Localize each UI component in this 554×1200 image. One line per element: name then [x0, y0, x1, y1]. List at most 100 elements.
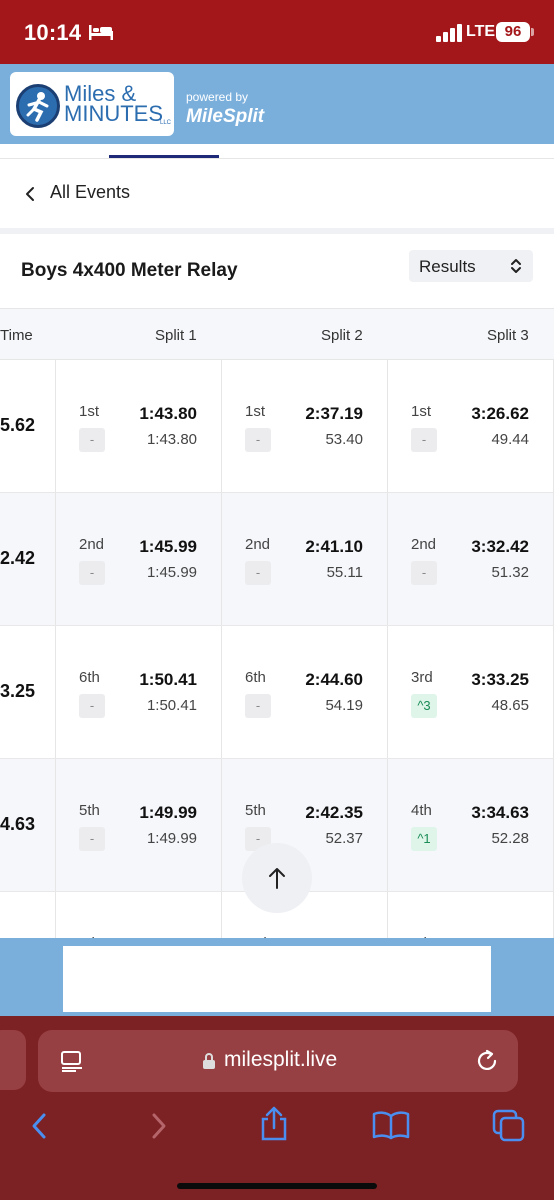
final-time: 2.42 [0, 548, 36, 568]
split-time: 2:42.35 [305, 803, 363, 822]
battery-indicator: 96 [496, 22, 530, 42]
previous-tab-preview[interactable] [0, 1030, 26, 1090]
results-table-header: Time Split 1 Split 2 Split 3 [0, 308, 554, 360]
split-lap-time: 49.44 [491, 431, 529, 448]
column-divider [221, 493, 222, 625]
share-icon[interactable] [258, 1106, 290, 1142]
column-divider [387, 626, 388, 758]
column-divider [221, 759, 222, 891]
split-place: 1st [411, 403, 432, 420]
back-nav[interactable]: All Events [0, 160, 554, 228]
split-place: 2nd [79, 536, 105, 553]
reload-icon[interactable] [474, 1048, 500, 1074]
back-icon[interactable] [30, 1112, 48, 1140]
column-divider [221, 360, 222, 492]
url-text[interactable]: milesplit.live [224, 1048, 337, 1072]
split-time: 3:26.62 [471, 404, 529, 423]
ad-banner-area [0, 938, 554, 1016]
results-select[interactable]: Results [409, 250, 533, 282]
battery-nub [531, 28, 534, 36]
header-split-1: Split 1 [155, 327, 197, 344]
place-change-badge: - [79, 827, 105, 851]
column-divider [221, 892, 222, 938]
final-time: 3.25 [0, 681, 36, 701]
arrow-up-icon [269, 868, 285, 889]
split-time: 1:49.99 [139, 803, 197, 822]
column-divider [221, 626, 222, 758]
table-row[interactable]: 3.25 6th 1:50.41 1:50.41 - 6th 2:44.60 54.19 - 3r… [0, 626, 554, 759]
split-lap-time: 1:45.99 [146, 564, 197, 581]
column-divider [387, 759, 388, 891]
final-time: 4.63 [0, 814, 36, 834]
split-time: 2:41.10 [305, 537, 363, 556]
split-lap-time: 52.28 [491, 830, 529, 847]
place-change-badge: - [245, 428, 271, 452]
split-place: 2nd [245, 536, 271, 553]
home-indicator [177, 1183, 377, 1189]
header-time: Time [0, 327, 33, 344]
place-change-badge: - [245, 694, 271, 718]
status-time: 10:14 [24, 20, 82, 45]
bookmarks-icon[interactable] [372, 1110, 410, 1140]
split-time: 2:44.60 [305, 670, 363, 689]
powered-by-label: powered by [186, 90, 249, 104]
column-divider [55, 759, 56, 891]
browser-toolbar: milesplit.live [0, 1016, 554, 1200]
milesplit-logo[interactable]: MileSplit [186, 106, 264, 128]
split-lap-time: 1:50.41 [146, 697, 197, 714]
reader-icon[interactable] [60, 1050, 84, 1072]
split-lap-time: 48.65 [491, 697, 529, 714]
site-logo[interactable]: Miles & MINUTES LLC [10, 72, 174, 136]
lock-icon [203, 1053, 215, 1069]
split-time: 1:43.80 [139, 404, 197, 423]
address-bar[interactable]: milesplit.live [38, 1030, 518, 1092]
split-lap-time: 55.11 [326, 564, 363, 581]
split-place: 4th [411, 802, 432, 819]
bed-icon [89, 25, 113, 40]
logo-suffix: LLC [160, 120, 172, 126]
header-split-2: Split 2 [321, 327, 363, 344]
event-header: Boys 4x400 Meter Relay Results [0, 234, 554, 308]
place-change-badge: - [245, 561, 271, 585]
network-label: LTE [466, 23, 496, 40]
split-lap-time: 54.19 [325, 697, 363, 714]
split-place: 3rd [411, 669, 433, 686]
split-time: 3:32.42 [471, 537, 529, 556]
ad-slot[interactable] [63, 946, 491, 1012]
chevron-updown-icon [511, 259, 521, 273]
place-change-badge: ^1 [411, 827, 437, 851]
split-place: 6th [79, 669, 100, 686]
forward-icon[interactable] [150, 1112, 168, 1140]
scroll-to-top-button[interactable] [242, 843, 312, 913]
event-title: Boys 4x400 Meter Relay [21, 260, 238, 281]
split-time: 2:37.19 [305, 404, 363, 423]
split-place: 1st [245, 403, 266, 420]
split-time: 3:34.63 [471, 803, 529, 822]
column-divider [387, 360, 388, 492]
place-change-badge: ^3 [411, 694, 437, 718]
table-row[interactable]: 5.62 1st 1:43.80 1:43.80 - 1st 2:37.19 53.40 - 1s… [0, 360, 554, 493]
column-divider [55, 493, 56, 625]
split-place: 6th [245, 669, 266, 686]
tab-divider [0, 158, 554, 159]
split-time: 3:33.25 [471, 670, 529, 689]
results-select-value: Results [419, 257, 476, 276]
split-lap-time: 1:49.99 [146, 830, 197, 847]
header-split-3: Split 3 [487, 327, 529, 344]
place-change-badge: - [79, 428, 105, 452]
place-change-badge: - [79, 694, 105, 718]
column-divider [55, 360, 56, 492]
split-time: 1:45.99 [139, 537, 197, 556]
table-row[interactable]: 2.42 2nd 1:45.99 1:45.99 - 2nd 2:41.10 55.11 - 2n… [0, 493, 554, 626]
runner-logo-icon [16, 84, 60, 128]
tabs-icon[interactable] [492, 1109, 526, 1143]
site-header: Miles & MINUTES LLC powered by MileSplit [0, 64, 554, 144]
column-divider [55, 626, 56, 758]
split-lap-time: 53.40 [325, 431, 363, 448]
split-place: 2nd [411, 536, 437, 553]
split-lap-time: 51.32 [491, 564, 529, 581]
back-link[interactable]: All Events [50, 182, 130, 203]
split-time: 1:50.41 [139, 670, 197, 689]
logo-text: Miles & MINUTES [64, 83, 163, 125]
split-lap-time: 1:43.80 [146, 431, 197, 448]
